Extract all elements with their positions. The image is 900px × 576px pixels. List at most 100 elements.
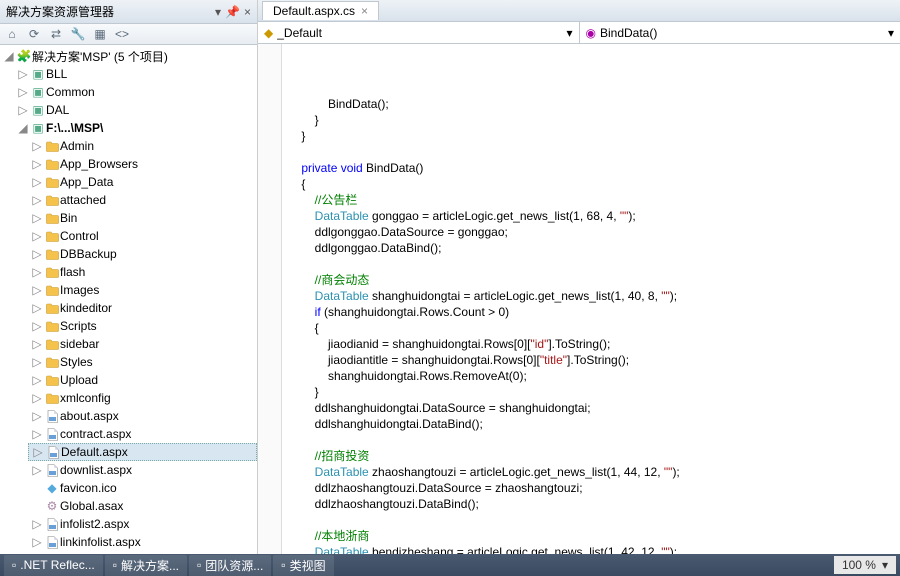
tree-item[interactable]: ⚙Global.asax	[28, 497, 257, 515]
code-line[interactable]: jiaodiantitle = shanghuidongtai.Rows[0][…	[288, 352, 900, 368]
tree-item[interactable]: ▷Bin	[28, 209, 257, 227]
code-line[interactable]: DataTable gonggao = articleLogic.get_new…	[288, 208, 900, 224]
code-line[interactable]: //本地浙商	[288, 528, 900, 544]
code-line[interactable]: //商会动态	[288, 272, 900, 288]
home-icon[interactable]: ⌂	[4, 26, 20, 42]
tree-item[interactable]: ▷App_Data	[28, 173, 257, 191]
code-line[interactable]: ddlzhaoshangtouzi.DataSource = zhaoshang…	[288, 480, 900, 496]
tree-item[interactable]: ▷sidebar	[28, 335, 257, 353]
properties-icon[interactable]: 🔧	[70, 26, 86, 42]
tree-item[interactable]: ▷linkinfolist.aspx	[28, 533, 257, 551]
tab-close-icon[interactable]: ×	[361, 4, 368, 18]
code-line[interactable]: shanghuidongtai.Rows.RemoveAt(0);	[288, 368, 900, 384]
expander-icon[interactable]: ▷	[31, 445, 45, 459]
code-line[interactable]: DataTable shanghuidongtai = articleLogic…	[288, 288, 900, 304]
tree-item[interactable]: ▷about.aspx	[28, 407, 257, 425]
expander-icon[interactable]: ▷	[30, 175, 44, 189]
tree-item[interactable]: ▷contract.aspx	[28, 425, 257, 443]
view-code-icon[interactable]: <>	[114, 26, 130, 42]
tree-item[interactable]: ▷Styles	[28, 353, 257, 371]
code-line[interactable]	[288, 432, 900, 448]
expander-icon[interactable]: ▷	[30, 193, 44, 207]
tree-item[interactable]: ▷attached	[28, 191, 257, 209]
code-line[interactable]: //公告栏	[288, 192, 900, 208]
code-line[interactable]: ddlshanghuidongtai.DataBind();	[288, 416, 900, 432]
code-line[interactable]: ddlzhaoshangtouzi.DataBind();	[288, 496, 900, 512]
tree-item[interactable]: ▷▣DAL	[14, 101, 257, 119]
code-line[interactable]: DataTable zhaoshangtouzi = articleLogic.…	[288, 464, 900, 480]
file-tab[interactable]: Default.aspx.cs ×	[262, 1, 379, 20]
expander-icon[interactable]: ▷	[30, 427, 44, 441]
expander-icon[interactable]: ▷	[30, 391, 44, 405]
pin-icon[interactable]: 📌	[225, 5, 240, 19]
tree-item[interactable]: ▷xmlconfig	[28, 389, 257, 407]
expander-icon[interactable]: ▷	[16, 103, 30, 117]
zoom-control[interactable]: 100 % ▾	[834, 556, 896, 574]
solution-tree[interactable]: ◢ 🧩 解决方案'MSP' (5 个项目) ▷▣BLL▷▣Common▷▣DAL…	[0, 45, 257, 554]
class-dropdown[interactable]: ◆ _Default ▾	[258, 22, 580, 43]
expander-icon[interactable]: ▷	[30, 409, 44, 423]
code-line[interactable]: jiaodianid = shanghuidongtai.Rows[0]["id…	[288, 336, 900, 352]
code-line[interactable]	[288, 144, 900, 160]
expander-icon[interactable]: ▷	[30, 337, 44, 351]
code-line[interactable]: {	[288, 176, 900, 192]
code-line[interactable]: if (shanghuidongtai.Rows.Count > 0)	[288, 304, 900, 320]
code-editor[interactable]: BindData(); } } private void BindData() …	[258, 44, 900, 554]
expander-icon[interactable]: ◢	[2, 49, 16, 63]
bottom-tab[interactable]: ▫团队资源...	[189, 555, 271, 576]
expander-icon[interactable]: ▷	[16, 67, 30, 81]
bottom-tab[interactable]: ▫解决方案...	[105, 555, 187, 576]
expander-icon[interactable]: ▷	[30, 301, 44, 315]
code-line[interactable]: ddlgonggao.DataSource = gonggao;	[288, 224, 900, 240]
tree-item[interactable]: ▷downlist.aspx	[28, 461, 257, 479]
code-line[interactable]: BindData();	[288, 96, 900, 112]
code-line[interactable]: private void BindData()	[288, 160, 900, 176]
expander-icon[interactable]: ◢	[16, 121, 30, 135]
expander-icon[interactable]: ▷	[30, 463, 44, 477]
bottom-tab[interactable]: ▫.NET Reflec...	[4, 555, 103, 576]
code-line[interactable]: //招商投资	[288, 448, 900, 464]
code-line[interactable]	[288, 512, 900, 528]
expander-icon[interactable]: ▷	[30, 283, 44, 297]
show-all-icon[interactable]: ▦	[92, 26, 108, 42]
expander-icon[interactable]: ▷	[30, 265, 44, 279]
bottom-tab[interactable]: ▫类视图	[273, 555, 333, 576]
tree-item[interactable]: ▷Admin	[28, 137, 257, 155]
expander-icon[interactable]: ▷	[30, 139, 44, 153]
tree-item[interactable]: ▷App_Browsers	[28, 155, 257, 173]
dropdown-icon[interactable]: ▾	[215, 5, 221, 19]
expander-icon[interactable]: ▷	[30, 373, 44, 387]
solution-root[interactable]: ◢ 🧩 解决方案'MSP' (5 个项目)	[0, 47, 257, 65]
expander-icon[interactable]: ▷	[30, 517, 44, 531]
tree-item[interactable]: ▷flash	[28, 263, 257, 281]
tree-item[interactable]: ▷▣Common	[14, 83, 257, 101]
expander-icon[interactable]: ▷	[30, 319, 44, 333]
tree-item[interactable]: ▷infolist2.aspx	[28, 515, 257, 533]
tree-item[interactable]: ▷Default.aspx	[28, 443, 257, 461]
tree-item[interactable]: ▷▣BLL	[14, 65, 257, 83]
code-line[interactable]: ddlshanghuidongtai.DataSource = shanghui…	[288, 400, 900, 416]
code-line[interactable]: }	[288, 128, 900, 144]
code-line[interactable]: }	[288, 384, 900, 400]
method-dropdown[interactable]: ◉ BindData() ▾	[580, 22, 900, 43]
tree-item[interactable]: ▷kindeditor	[28, 299, 257, 317]
code-line[interactable]: DataTable bendizheshang = articleLogic.g…	[288, 544, 900, 554]
tree-item[interactable]: ▷Scripts	[28, 317, 257, 335]
tree-item[interactable]: ▷Images	[28, 281, 257, 299]
close-icon[interactable]: ×	[244, 5, 251, 19]
expander-icon[interactable]: ▷	[30, 229, 44, 243]
expander-icon[interactable]: ▷	[30, 535, 44, 549]
expander-icon[interactable]: ▷	[30, 211, 44, 225]
expander-icon[interactable]: ▷	[30, 247, 44, 261]
tree-item[interactable]: ▷Upload	[28, 371, 257, 389]
code-line[interactable]	[288, 256, 900, 272]
tree-item[interactable]: ◆favicon.ico	[28, 479, 257, 497]
expander-icon[interactable]: ▷	[30, 157, 44, 171]
tree-item[interactable]: ◢▣F:\...\MSP\	[14, 119, 257, 137]
tree-item[interactable]: ▷DBBackup	[28, 245, 257, 263]
tree-item[interactable]: ▷Control	[28, 227, 257, 245]
code-line[interactable]: ddlgonggao.DataBind();	[288, 240, 900, 256]
expander-icon[interactable]: ▷	[30, 355, 44, 369]
code-line[interactable]: {	[288, 320, 900, 336]
expander-icon[interactable]: ▷	[16, 85, 30, 99]
